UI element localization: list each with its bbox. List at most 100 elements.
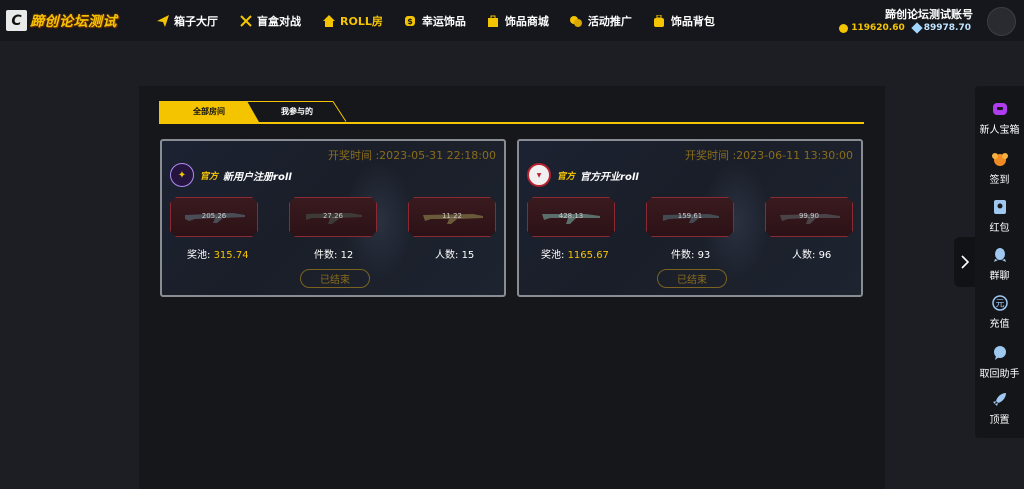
roll-room-panel: 我参与的 全部房间 开奖时间 :2023-05-31 22:18:00 ✦ 官方… (139, 86, 885, 489)
nav-item-blind-box-battle[interactable]: 盲盒对战 (239, 13, 301, 29)
svg-text:$: $ (408, 17, 414, 26)
tab-label: 全部房间 (193, 107, 225, 116)
item-price: 27.26 (322, 212, 344, 220)
item-count: 件数: 12 (314, 246, 353, 261)
stat-label: 人数: (792, 250, 819, 261)
diamond-balance-value: 89978.70 (923, 23, 971, 33)
sidebar-item-group-chat[interactable]: 群聊 (975, 244, 1024, 288)
prize-item[interactable]: 159.61 (646, 197, 734, 237)
tab-all-rooms[interactable]: 全部房间 (159, 101, 259, 122)
nav-label: 盲盒对战 (257, 14, 301, 28)
room-logo-icon: ▼ (527, 163, 551, 187)
people-value: 15 (461, 250, 475, 261)
room-header: ✦ 官方 新用户注册roll (170, 163, 292, 187)
item-price: 11.22 (441, 212, 463, 220)
svg-text:元: 元 (995, 300, 1004, 310)
sidebar-label: 签到 (989, 175, 1010, 186)
chevron-right-icon (961, 255, 970, 269)
nav-item-item-mall[interactable]: 饰品商城 (487, 13, 549, 29)
house-icon (322, 14, 335, 27)
item-price: 159.61 (677, 212, 703, 220)
count-value: 12 (340, 250, 354, 261)
coin-icon (839, 23, 849, 33)
stat-label: 件数: (314, 250, 341, 261)
nav-item-promotion[interactable]: 活动推广 (570, 13, 632, 29)
account-name[interactable]: 蹄创论坛测试账号 (885, 6, 973, 22)
prize-item[interactable]: 99.90 (765, 197, 853, 237)
nav-item-lucky-items[interactable]: $ 幸运饰品 (404, 13, 466, 29)
avatar[interactable] (987, 7, 1016, 36)
room-card[interactable]: 开奖时间 :2023-06-11 13:30:00 ▼ 官方 官方开业roll … (517, 139, 863, 297)
paper-plane-icon (156, 14, 169, 27)
prize-items: 205.26 27.26 11.22 (170, 197, 496, 239)
coins-icon (570, 14, 583, 27)
prize-item[interactable]: 11.22 (408, 197, 496, 237)
nav-label: 饰品背包 (670, 14, 715, 28)
sidebar-item-red-packet[interactable]: 红包 (975, 196, 1024, 240)
stat-label: 件数: (671, 250, 698, 261)
prize-item[interactable]: 428.13 (527, 197, 615, 237)
room-card[interactable]: 开奖时间 :2023-05-31 22:18:00 ✦ 官方 新用户注册roll… (160, 139, 506, 297)
status-button[interactable]: 已结束 (657, 269, 727, 288)
room-name: 新用户注册roll (223, 171, 292, 183)
draw-time: 开奖时间 :2023-06-11 13:30:00 (684, 149, 853, 162)
crossed-swords-icon (239, 14, 252, 27)
sidebar-label: 充值 (989, 319, 1010, 330)
prize-item[interactable]: 27.26 (289, 197, 377, 237)
coin-balance: 119620.60 (839, 23, 905, 33)
sidebar-item-newbie-box[interactable]: 新人宝箱 (975, 98, 1024, 142)
diamond-balance: 89978.70 (911, 22, 971, 34)
count-value: 93 (697, 250, 711, 261)
stat-label: 奖池: (187, 250, 214, 261)
nav-item-roll-room[interactable]: ROLL房 (322, 13, 383, 29)
stat-label: 奖池: (541, 250, 568, 261)
room-name: 官方开业roll (580, 171, 639, 183)
official-badge: 官方 (200, 171, 219, 182)
status-button[interactable]: 已结束 (300, 269, 370, 288)
pool-value: 1165.67 (567, 250, 609, 261)
official-badge: 官方 (557, 171, 576, 182)
coin-balance-value: 119620.60 (851, 23, 905, 33)
tab-label: 我参与的 (281, 107, 313, 116)
sidebar-label: 新人宝箱 (979, 125, 1020, 136)
stat-label: 人数: (435, 250, 462, 261)
backpack-icon (653, 14, 666, 27)
site-title[interactable]: 蹄创论坛测试 (30, 11, 117, 31)
room-logo-icon: ✦ (170, 163, 194, 187)
nav-label: 箱子大厅 (174, 14, 218, 28)
diamond-icon (911, 22, 923, 34)
room-header: ▼ 官方 官方开业roll (527, 163, 639, 187)
site-logo[interactable]: C (6, 10, 27, 31)
prize-items: 428.13 159.61 99.90 (527, 197, 853, 239)
sidebar-label: 群聊 (989, 271, 1010, 282)
item-count: 件数: 93 (671, 246, 710, 261)
check-in-icon (991, 150, 1009, 168)
yuan-icon: 元 (991, 294, 1009, 312)
lucky-coin-icon: $ (404, 14, 417, 27)
sidebar-item-retrieve-helper[interactable]: 取回助手 (975, 342, 1024, 386)
top-bar: C 蹄创论坛测试 箱子大厅 盲盒对战 ROLL房 $ 幸运饰品 饰品商城 活动推… (0, 0, 1024, 41)
pool-value: 315.74 (213, 250, 249, 261)
draw-time: 开奖时间 :2023-05-31 22:18:00 (327, 149, 496, 162)
nav-label: ROLL房 (340, 14, 383, 28)
people-value: 96 (818, 250, 832, 261)
sidebar-item-top[interactable]: 顶置 (975, 388, 1024, 432)
tab-joined[interactable]: 我参与的 (247, 101, 347, 122)
sidebar-label: 顶置 (989, 415, 1010, 426)
nav-item-backpack[interactable]: 饰品背包 (653, 13, 715, 29)
sidebar-toggle[interactable] (954, 237, 976, 287)
nav-item-box-hall[interactable]: 箱子大厅 (156, 13, 218, 29)
sidebar-item-check-in[interactable]: 签到 (975, 148, 1024, 192)
prize-pool: 奖池: 1165.67 (541, 246, 609, 261)
item-price: 428.13 (558, 212, 584, 220)
rocket-icon (991, 390, 1009, 408)
red-packet-icon (991, 198, 1009, 216)
qq-penguin-icon (991, 246, 1009, 264)
nav-label: 活动推广 (587, 14, 632, 28)
room-tabs: 我参与的 全部房间 (159, 101, 864, 124)
item-price: 99.90 (798, 212, 820, 220)
prize-item[interactable]: 205.26 (170, 197, 258, 237)
sidebar-item-recharge[interactable]: 元 充值 (975, 292, 1024, 336)
right-sidebar: 新人宝箱 签到 红包 群聊 元 充值 取回助手 顶置 (975, 86, 1024, 438)
shopping-bag-icon (487, 14, 500, 27)
